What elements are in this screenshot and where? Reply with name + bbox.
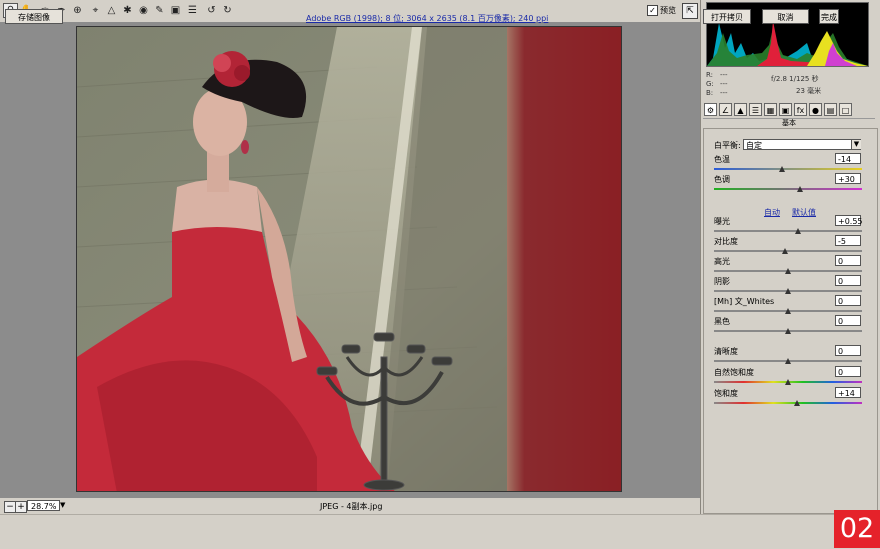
temperature-slider-thumb[interactable]: [779, 166, 786, 172]
auto-link[interactable]: 自动: [764, 207, 780, 218]
done-button[interactable]: 完成: [819, 9, 839, 24]
tab-curve-icon[interactable]: ∠: [719, 103, 732, 116]
blacks-slider-thumb[interactable]: [785, 328, 791, 334]
rotate-right-icon[interactable]: ↻: [220, 3, 235, 18]
g-label: G:: [706, 80, 714, 88]
vibrance-slider-thumb[interactable]: [785, 379, 791, 385]
tint-slider-thumb[interactable]: [796, 186, 803, 192]
saturation-label: 饱和度: [714, 389, 738, 398]
saturation-slider-track[interactable]: [714, 402, 862, 404]
graduated-filter-icon[interactable]: ▣: [168, 3, 183, 18]
default-link[interactable]: 默认值: [792, 207, 816, 218]
file-name: JPEG - 4副本.jpg: [320, 502, 383, 511]
contrast-label: 对比度: [714, 237, 738, 246]
tint-value-field[interactable]: +30: [835, 173, 861, 184]
preferences-icon[interactable]: ☰: [185, 3, 200, 18]
highlights-slider-thumb[interactable]: [785, 268, 791, 274]
tab-camera-icon[interactable]: ●: [809, 103, 822, 116]
clarity-value-field[interactable]: 0: [835, 345, 861, 356]
rotate-left-icon[interactable]: ↺: [204, 3, 219, 18]
preview-label: 预览: [660, 6, 676, 15]
whites-slider-thumb[interactable]: [785, 308, 791, 314]
photo-preview[interactable]: [76, 26, 622, 492]
temperature-value-field[interactable]: -14: [835, 153, 861, 164]
contrast-slider-thumb[interactable]: [782, 248, 789, 254]
chevron-down-icon[interactable]: ▼: [60, 500, 69, 511]
temperature-label: 色温: [714, 155, 730, 164]
highlights-value-field[interactable]: 0: [835, 255, 861, 266]
crop-icon[interactable]: ⌖: [88, 3, 103, 18]
cancel-button[interactable]: 取消: [762, 9, 809, 24]
shadows-value-field[interactable]: 0: [835, 275, 861, 286]
footer: [0, 514, 880, 549]
zoom-in-button[interactable]: +: [15, 501, 27, 513]
preview-checkbox[interactable]: ✓: [647, 5, 658, 16]
adjustment-brush-icon[interactable]: ✎: [152, 3, 167, 18]
clarity-label: 清晰度: [714, 347, 738, 356]
clarity-slider-thumb[interactable]: [785, 358, 791, 364]
focal-length: 23 毫米: [796, 87, 822, 95]
open-copy-button[interactable]: 打开拷贝: [703, 9, 751, 24]
tab-presets-icon[interactable]: ▤: [824, 103, 837, 116]
straighten-icon[interactable]: △: [104, 3, 119, 18]
tab-snapshots-icon[interactable]: □: [839, 103, 852, 116]
shadows-label: 阴影: [714, 277, 730, 286]
temperature-slider-track[interactable]: [714, 168, 862, 170]
exposure-info: f/2.8 1/125 秒: [771, 75, 819, 83]
tab-hsl-icon[interactable]: ☰: [749, 103, 762, 116]
r-value: ---: [720, 71, 728, 79]
contrast-value-field[interactable]: -5: [835, 235, 861, 246]
spot-removal-icon[interactable]: ✱: [120, 3, 135, 18]
workflow-options-link[interactable]: Adobe RGB (1998); 8 位; 3064 x 2635 (8.1 …: [306, 13, 548, 24]
whites-value-field[interactable]: 0: [835, 295, 861, 306]
tab-basic-icon[interactable]: ⚙: [704, 103, 717, 116]
exposure-slider-thumb[interactable]: [795, 228, 802, 234]
b-value: ---: [720, 89, 728, 97]
tab-split-icon[interactable]: ▦: [764, 103, 777, 116]
zoom-level-field[interactable]: 28.7%: [27, 500, 60, 511]
chevron-down-icon[interactable]: ▼: [851, 140, 861, 149]
g-value: ---: [720, 80, 728, 88]
vibrance-value-field[interactable]: 0: [835, 366, 861, 377]
white-balance-select[interactable]: 自定: [743, 139, 861, 150]
fullscreen-icon[interactable]: ⇱: [682, 3, 698, 19]
photo-image: [77, 27, 621, 491]
camera-info: R: --- G: --- B: --- f/2.8 1/125 秒 23 毫米: [706, 68, 869, 100]
exposure-label: 曝光: [714, 217, 730, 226]
tint-label: 色调: [714, 175, 730, 184]
vibrance-label: 自然饱和度: [714, 368, 754, 377]
tab-effects-icon[interactable]: fx: [794, 103, 807, 116]
b-label: B:: [706, 89, 714, 97]
white-balance-label: 白平衡:: [714, 141, 741, 150]
save-image-button[interactable]: 存储图像: [5, 9, 63, 24]
tab-lens-icon[interactable]: ▣: [779, 103, 792, 116]
saturation-slider-thumb[interactable]: [793, 400, 800, 406]
shadows-slider-thumb[interactable]: [785, 288, 791, 294]
highlights-label: 高光: [714, 257, 730, 266]
r-label: R:: [706, 71, 714, 79]
whites-label: [Mh] 文_Whites: [714, 297, 775, 306]
blacks-label: 黑色: [714, 317, 730, 326]
blacks-value-field[interactable]: 0: [835, 315, 861, 326]
step-badge: 02: [834, 510, 880, 548]
tint-slider-track[interactable]: [714, 188, 862, 190]
exposure-slider-track[interactable]: [714, 230, 862, 232]
exposure-value-field[interactable]: +0.55: [835, 215, 863, 226]
tab-detail-icon[interactable]: ▲: [734, 103, 747, 116]
red-eye-icon[interactable]: ◉: [136, 3, 151, 18]
saturation-value-field[interactable]: +14: [835, 387, 861, 398]
panel-tabs: ⚙ ∠ ▲ ☰ ▦ ▣ fx ● ▤ □: [703, 103, 875, 117]
target-adjust-icon[interactable]: ⊕: [70, 3, 85, 18]
zoom-bar: − + 28.7% ▼ JPEG - 4副本.jpg: [0, 498, 700, 514]
